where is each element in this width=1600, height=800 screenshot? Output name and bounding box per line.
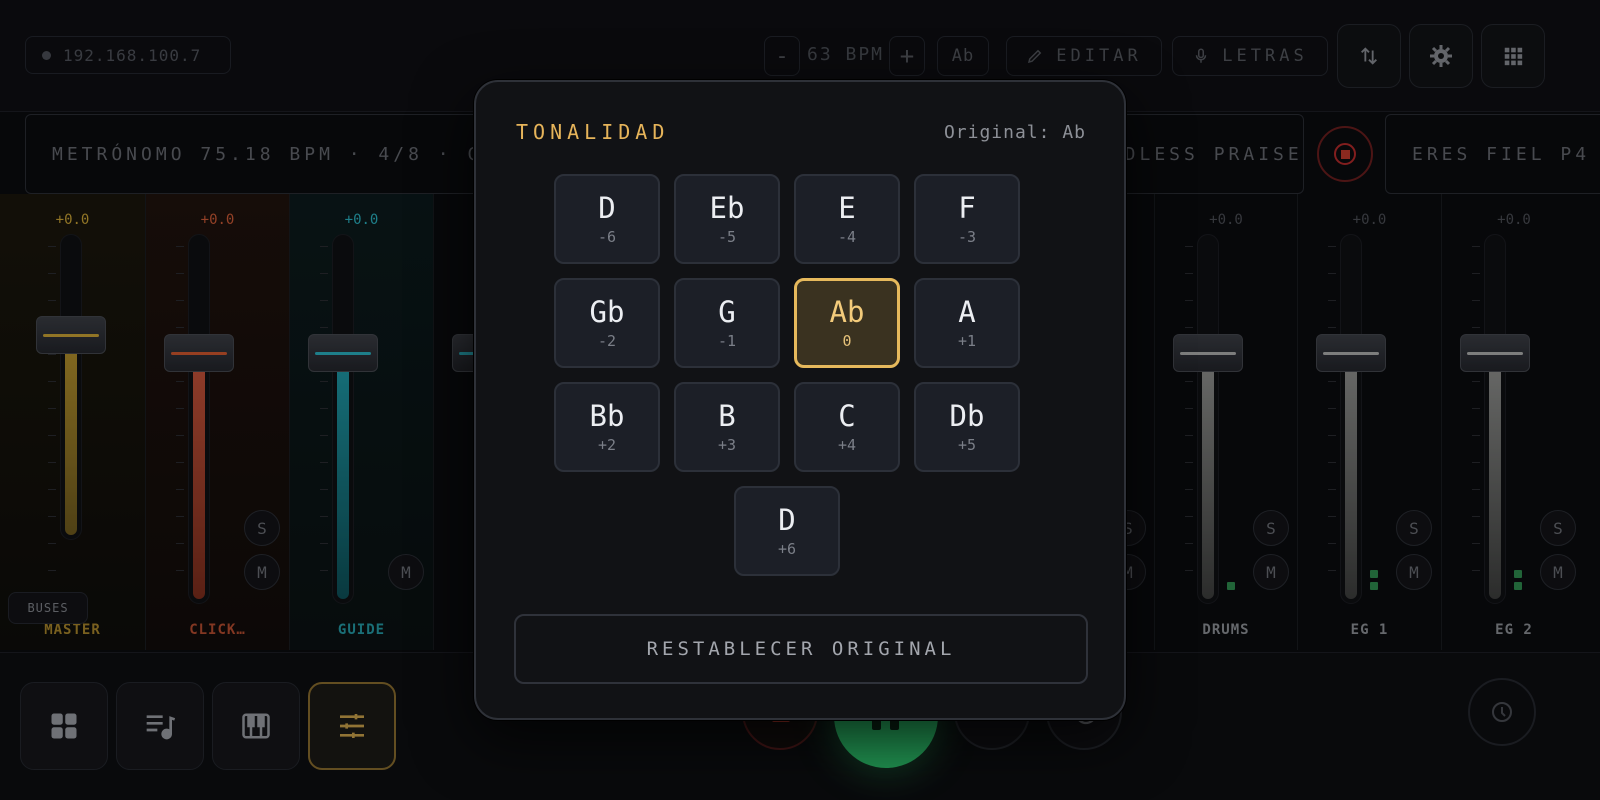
key-option-d-minus6[interactable]: D -6 bbox=[554, 174, 660, 264]
key-option-db[interactable]: Db +5 bbox=[914, 382, 1020, 472]
key-name: Db bbox=[949, 399, 985, 433]
reset-original-button[interactable]: RESTABLECER ORIGINAL bbox=[514, 614, 1088, 684]
key-offset: -2 bbox=[597, 332, 617, 350]
key-name: Eb bbox=[709, 191, 745, 225]
key-option-b[interactable]: B +3 bbox=[674, 382, 780, 472]
key-option-eb[interactable]: Eb -5 bbox=[674, 174, 780, 264]
key-option-g[interactable]: G -1 bbox=[674, 278, 780, 368]
key-offset: 0 bbox=[842, 332, 852, 350]
key-option-a[interactable]: A +1 bbox=[914, 278, 1020, 368]
key-offset: -3 bbox=[957, 228, 977, 246]
key-option-d-plus6[interactable]: D +6 bbox=[734, 486, 840, 576]
key-name: F bbox=[958, 191, 976, 225]
key-offset: +6 bbox=[777, 540, 797, 558]
key-offset: -6 bbox=[597, 228, 617, 246]
original-key-label: Original: Ab bbox=[943, 122, 1086, 143]
modal-title: TONALIDAD bbox=[516, 120, 670, 144]
key-offset: +4 bbox=[837, 436, 857, 454]
key-selector-modal: TONALIDAD Original: Ab D -6 Eb -5 E -4 F -3 … bbox=[474, 80, 1126, 720]
key-offset: +3 bbox=[717, 436, 737, 454]
key-name: G bbox=[718, 295, 736, 329]
key-name: C bbox=[838, 399, 856, 433]
key-offset: +1 bbox=[957, 332, 977, 350]
key-name: B bbox=[718, 399, 736, 433]
key-option-bb[interactable]: Bb +2 bbox=[554, 382, 660, 472]
key-option-f[interactable]: F -3 bbox=[914, 174, 1020, 264]
key-name: D bbox=[778, 503, 796, 537]
key-name: Ab bbox=[829, 295, 865, 329]
key-offset: +2 bbox=[597, 436, 617, 454]
key-option-ab-selected[interactable]: Ab 0 bbox=[794, 278, 900, 368]
key-offset: -5 bbox=[717, 228, 737, 246]
key-option-c[interactable]: C +4 bbox=[794, 382, 900, 472]
key-option-gb[interactable]: Gb -2 bbox=[554, 278, 660, 368]
key-name: Gb bbox=[589, 295, 625, 329]
key-offset: -1 bbox=[717, 332, 737, 350]
key-name: Bb bbox=[589, 399, 625, 433]
key-option-e[interactable]: E -4 bbox=[794, 174, 900, 264]
key-name: A bbox=[958, 295, 976, 329]
key-offset: -4 bbox=[837, 228, 857, 246]
key-name: D bbox=[598, 191, 616, 225]
key-name: E bbox=[838, 191, 856, 225]
key-offset: +5 bbox=[957, 436, 977, 454]
